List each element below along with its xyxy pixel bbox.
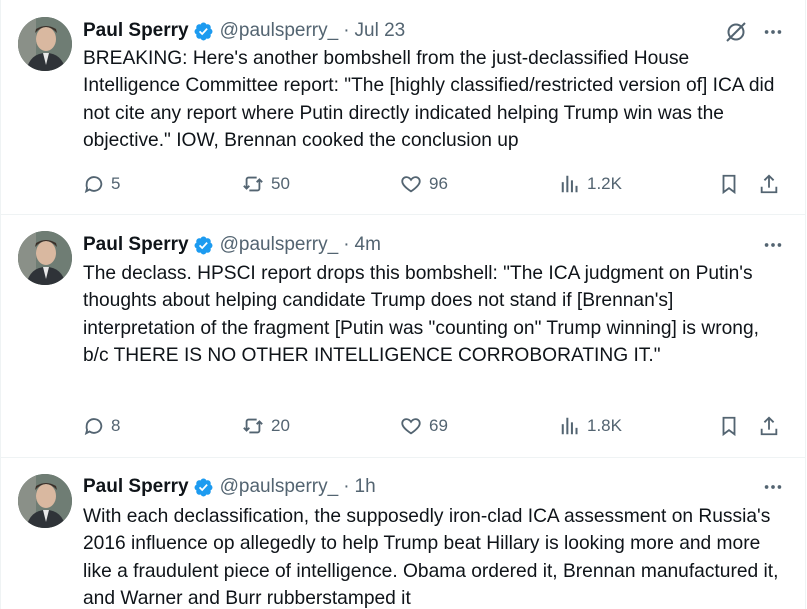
avatar[interactable] xyxy=(18,17,72,71)
avatar[interactable] xyxy=(18,474,72,528)
like-button[interactable]: 96 xyxy=(399,169,448,199)
heart-icon xyxy=(401,418,421,435)
like-button[interactable]: 69 xyxy=(399,411,448,441)
timestamp[interactable]: 1h xyxy=(355,476,376,498)
repost-icon xyxy=(243,176,263,192)
bookmark-icon xyxy=(722,416,736,437)
views-button[interactable]: 1.2K xyxy=(559,169,622,199)
views-count: 1.8K xyxy=(587,416,622,435)
share-icon xyxy=(760,416,778,436)
tweet-3[interactable]: Paul Sperry @paulsperry_ · 1h With each … xyxy=(0,458,806,609)
reply-icon xyxy=(84,176,103,194)
bookmark-button[interactable] xyxy=(718,411,740,441)
tweet-text: With each declassification, the supposed… xyxy=(83,506,784,609)
author-name[interactable]: Paul Sperry xyxy=(83,20,189,42)
share-icon xyxy=(760,174,778,194)
tweet-1[interactable]: Paul Sperry @paulsperry_ · Jul 23 BREAKI… xyxy=(0,0,806,215)
timestamp[interactable]: Jul 23 xyxy=(355,20,406,42)
more-options-icon[interactable] xyxy=(762,476,784,503)
like-count: 96 xyxy=(429,174,448,193)
avatar[interactable] xyxy=(18,231,72,285)
share-button[interactable] xyxy=(758,411,780,441)
author-handle[interactable]: @paulsperry_ xyxy=(220,476,339,498)
separator-dot: · xyxy=(343,234,350,255)
views-count: 1.2K xyxy=(587,174,622,193)
views-icon xyxy=(561,417,578,435)
more-options-icon[interactable] xyxy=(762,21,784,48)
share-button[interactable] xyxy=(758,169,780,199)
tweet-text: The declass. HPSCI report drops this bom… xyxy=(83,263,765,367)
author-handle[interactable]: @paulsperry_ xyxy=(220,20,339,42)
verified-badge-icon xyxy=(193,21,214,42)
repost-count: 20 xyxy=(271,416,290,435)
author-name[interactable]: Paul Sperry xyxy=(83,234,189,256)
bookmark-button[interactable] xyxy=(718,169,740,199)
repost-count: 50 xyxy=(271,174,290,193)
bookmark-icon xyxy=(722,174,736,195)
timestamp[interactable]: 4m xyxy=(355,234,381,256)
tweet-2[interactable]: Paul Sperry @paulsperry_ · 4m The declas… xyxy=(0,215,806,458)
like-count: 69 xyxy=(429,416,448,435)
reply-icon xyxy=(84,418,103,436)
reply-button[interactable]: 5 xyxy=(83,169,120,199)
views-button[interactable]: 1.8K xyxy=(559,411,622,441)
author-handle[interactable]: @paulsperry_ xyxy=(220,234,339,256)
repost-button[interactable]: 50 xyxy=(241,169,290,199)
separator-dot: · xyxy=(343,476,350,497)
more-options-icon[interactable] xyxy=(762,234,784,261)
separator-dot: · xyxy=(343,20,350,41)
reply-count: 8 xyxy=(111,416,121,435)
verified-badge-icon xyxy=(193,477,214,498)
reply-button[interactable]: 8 xyxy=(83,411,120,441)
repost-icon xyxy=(243,418,263,434)
tweet-text: BREAKING: Here's another bombshell from … xyxy=(83,48,780,152)
verified-badge-icon xyxy=(193,235,214,256)
heart-icon xyxy=(401,176,421,193)
reply-count: 5 xyxy=(111,174,121,193)
author-name[interactable]: Paul Sperry xyxy=(83,476,189,498)
repost-button[interactable]: 20 xyxy=(241,411,290,441)
views-icon xyxy=(561,175,578,193)
